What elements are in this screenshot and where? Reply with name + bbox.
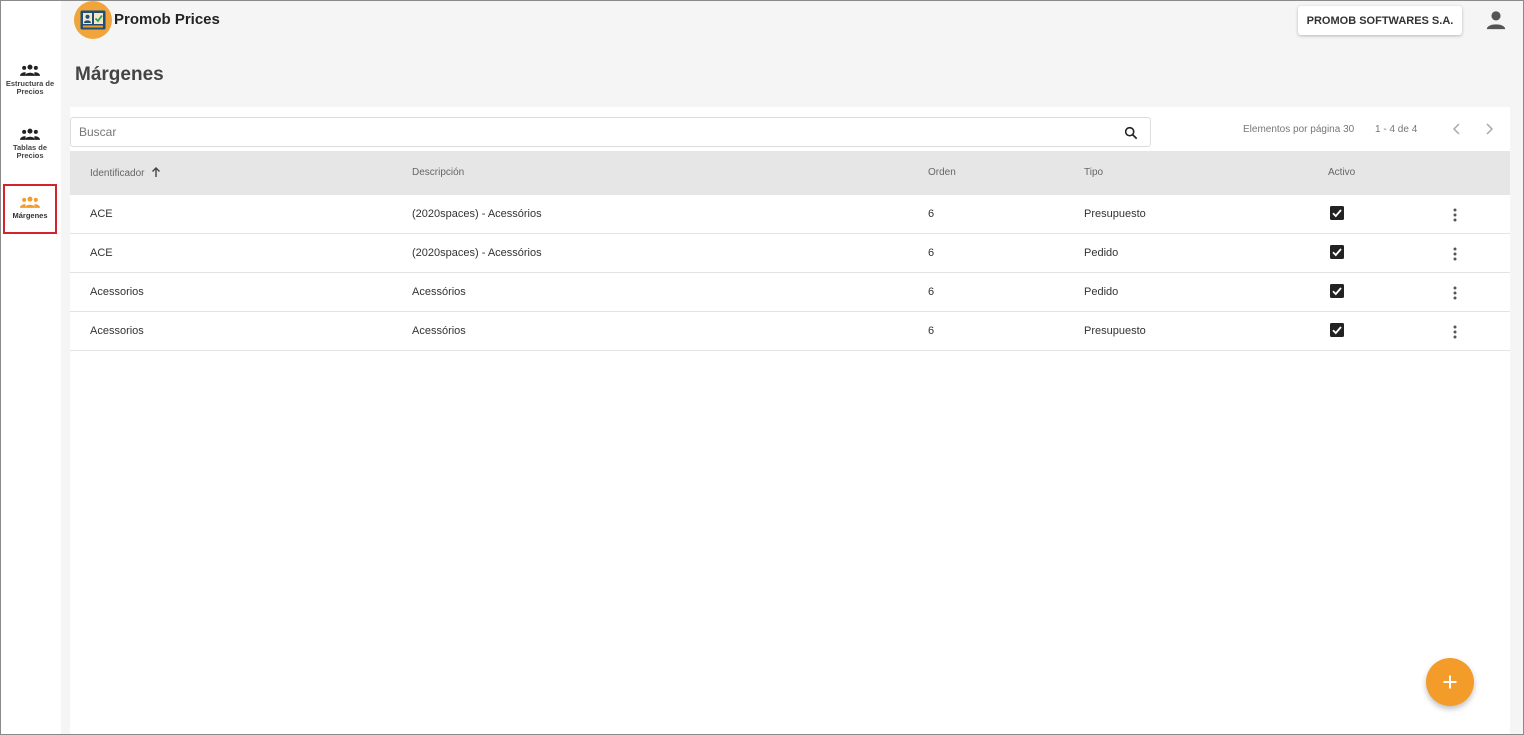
sidebar-item-label: Tablas de Precios	[12, 143, 48, 160]
active-checkbox[interactable]	[1330, 323, 1344, 337]
sidebar-item-estructura-de-precios[interactable]: Estructura de Precios	[3, 58, 57, 108]
cell-tipo: Pedido	[1084, 286, 1119, 298]
more-vert-icon[interactable]	[1451, 285, 1459, 301]
cell-identificador: Acessorios	[90, 325, 144, 337]
table-header: Identificador Descripción Orden Tipo Act…	[70, 151, 1510, 195]
cell-orden: 6	[928, 208, 935, 220]
sidebar-item-label: Estructura de Precios	[5, 79, 55, 96]
cell-identificador: Acessorios	[90, 286, 144, 298]
cell-identificador: ACE	[90, 247, 113, 259]
more-vert-icon[interactable]	[1451, 207, 1459, 223]
table-row[interactable]: Acessorios Acessórios 6 Pedido	[70, 273, 1510, 312]
group-icon	[20, 128, 40, 140]
active-checkbox[interactable]	[1330, 284, 1344, 298]
app-title: Promob Prices	[114, 11, 220, 28]
company-selector-button[interactable]: PROMOB SOFTWARES S.A.	[1298, 6, 1462, 35]
active-checkbox[interactable]	[1330, 245, 1344, 259]
table-row[interactable]: ACE (2020spaces) - Acessórios 6 Presupue…	[70, 195, 1510, 234]
chevron-right-icon[interactable]	[1482, 122, 1496, 136]
sidebar-item-tablas-de-precios[interactable]: Tablas de Precios	[3, 122, 57, 172]
cell-orden: 6	[928, 247, 935, 259]
logo-icon	[80, 10, 106, 30]
items-per-page[interactable]: Elementos por página 30	[1243, 124, 1354, 135]
plus-icon	[1443, 675, 1457, 689]
cell-identificador: ACE	[90, 208, 113, 220]
column-header-orden[interactable]: Orden	[928, 167, 956, 178]
arrow-up-icon	[152, 167, 161, 177]
more-vert-icon[interactable]	[1451, 246, 1459, 262]
chevron-left-icon[interactable]	[1450, 122, 1464, 136]
cell-tipo: Presupuesto	[1084, 325, 1146, 337]
add-margin-button[interactable]	[1426, 658, 1474, 706]
column-header-descripcion[interactable]: Descripción	[412, 167, 464, 178]
sidebar: Estructura de Precios Tablas de Precios	[1, 1, 61, 734]
column-header-identificador[interactable]: Identificador	[90, 167, 161, 179]
cell-tipo: Pedido	[1084, 247, 1119, 259]
search-icon[interactable]	[1124, 126, 1138, 140]
table-row[interactable]: Acessorios Acessórios 6 Presupuesto	[70, 312, 1510, 351]
content-card: Elementos por página 30 1 - 4 de 4 Ident…	[70, 107, 1510, 735]
cell-descripcion: (2020spaces) - Acessórios	[412, 208, 542, 220]
cell-orden: 6	[928, 325, 935, 337]
top-bar: Promob Prices PROMOB SOFTWARES S.A.	[61, 1, 1523, 45]
app-logo	[74, 1, 112, 39]
group-icon	[20, 64, 40, 76]
sidebar-item-label: Márgenes	[12, 211, 48, 220]
column-header-activo[interactable]: Activo	[1328, 167, 1355, 178]
cell-orden: 6	[928, 286, 935, 298]
search-input[interactable]	[79, 122, 1109, 142]
column-header-tipo[interactable]: Tipo	[1084, 167, 1103, 178]
search-field	[70, 117, 1151, 147]
sidebar-item-margenes[interactable]: Márgenes	[3, 184, 57, 234]
table-row[interactable]: ACE (2020spaces) - Acessórios 6 Pedido	[70, 234, 1510, 273]
cell-descripcion: Acessórios	[412, 286, 466, 298]
cell-descripcion: Acessórios	[412, 325, 466, 337]
cell-descripcion: (2020spaces) - Acessórios	[412, 247, 542, 259]
pagination-range: 1 - 4 de 4	[1375, 124, 1418, 135]
page-title: Márgenes	[75, 64, 164, 85]
more-vert-icon[interactable]	[1451, 324, 1459, 340]
active-checkbox[interactable]	[1330, 206, 1344, 220]
cell-tipo: Presupuesto	[1084, 208, 1146, 220]
group-icon	[20, 196, 40, 208]
account-icon[interactable]	[1485, 9, 1507, 31]
